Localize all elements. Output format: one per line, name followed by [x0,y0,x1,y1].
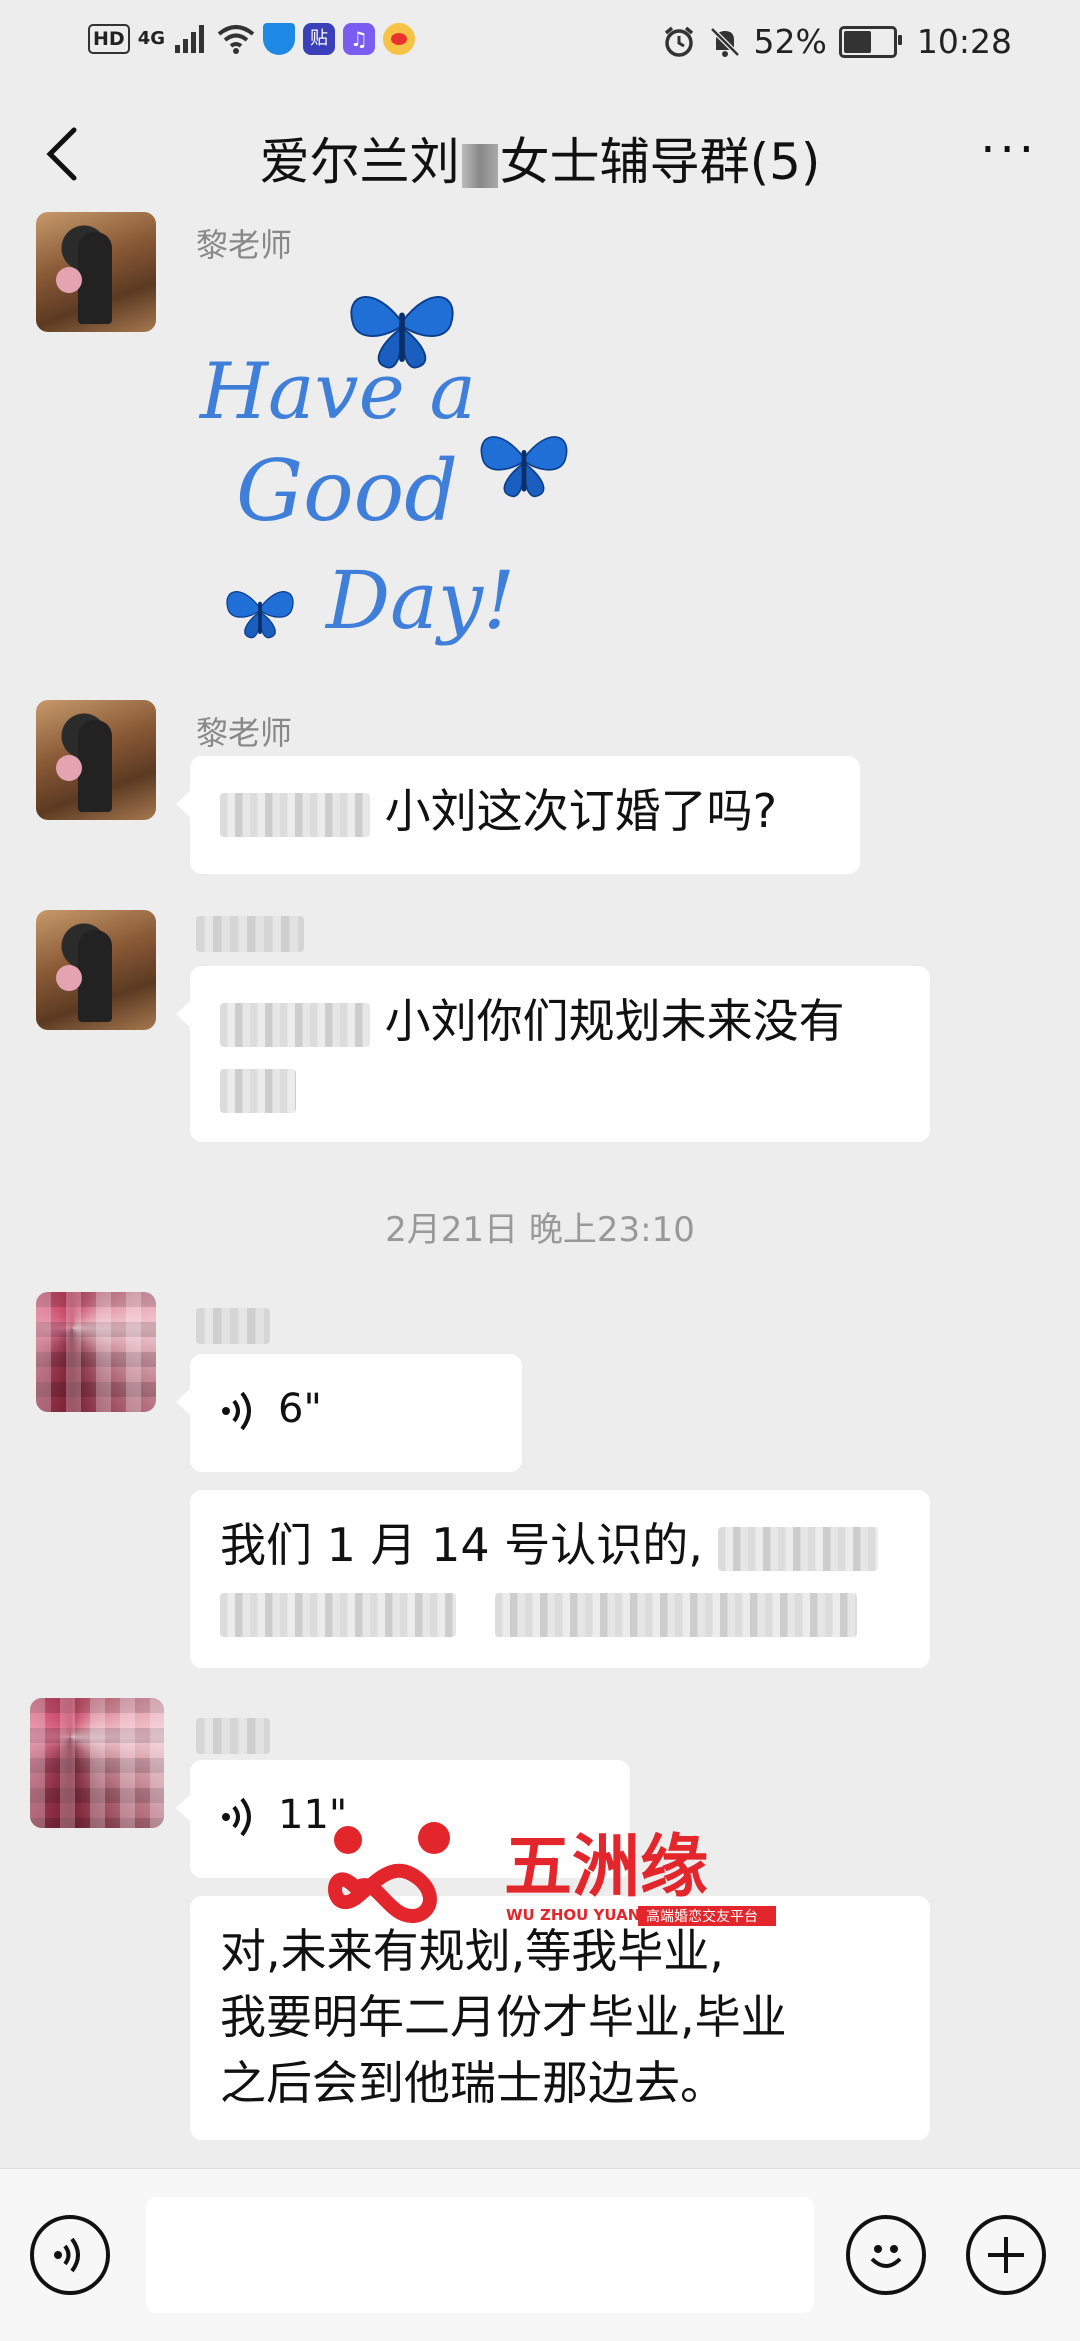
avatar-member[interactable] [30,1698,164,1828]
wifi-icon [217,25,255,54]
chat-header: 爱尔兰刘 女士辅导群(5) ··· [0,84,1080,224]
battery-icon [838,25,902,58]
tieba-app-icon: 贴 [303,23,335,55]
message-text: 小刘这次订婚了吗? [384,784,778,838]
status-bar: HD 4G 贴 ♫ 52% 10:28 [0,0,1080,84]
avatar-teacher[interactable] [36,910,156,1030]
redacted-text [494,1592,857,1637]
redacted-sender-name [196,916,304,952]
signal-icon [175,25,204,53]
message-text: 我们 1 月 14 号认识的, [220,1518,703,1572]
more-options-button[interactable]: ··· [980,126,1038,174]
message-bubble[interactable]: 小刘你们规划未来没有 [176,966,930,1142]
sticker-line-1: Have a [198,347,476,437]
title-censor-block [461,143,498,188]
network-label: 4G [137,28,165,49]
sender-name: 黎老师 [196,714,293,752]
watermark-tagline: 高端婚恋交友平台 [646,1908,758,1925]
redacted-text [220,1068,296,1113]
have-a-good-day-sticker[interactable]: Have a Good Day! [196,268,576,668]
plus-icon [988,2237,1024,2273]
redacted-sender-name [196,1308,270,1344]
voice-wave-icon [222,1391,251,1431]
more-functions-button[interactable] [966,2215,1046,2295]
status-right: 52% 10:28 [662,22,1012,61]
mute-bell-icon [709,26,740,57]
message-input[interactable] [146,2197,814,2313]
voice-wave-icon [54,2237,80,2273]
chat-timestamp: 2月21日 晚上23:10 [385,1210,695,1250]
message-bubble[interactable]: 我们 1 月 14 号认识的, [190,1490,930,1668]
chat-input-bar [0,2168,1080,2341]
music-app-icon: ♫ [343,23,375,55]
smiley-icon [870,2245,902,2268]
message-text-line: 我要明年二月份才毕业,毕业 [220,1990,787,2044]
message-text: 小刘你们规划未来没有 [384,994,845,1048]
voice-duration: 6" [278,1386,322,1432]
battery-fill [843,30,871,53]
redacted-sender-name [196,1718,270,1754]
chat-title: 爱尔兰刘 女士辅导群(5) [0,122,1080,194]
shield-app-icon [263,23,295,55]
redacted-mention [220,1002,370,1047]
sticker-line-2: Good [236,442,458,540]
status-left: HD 4G 贴 ♫ [88,22,415,56]
redacted-mention [220,792,370,837]
hd-icon: HD [88,24,130,54]
voice-input-button[interactable] [30,2215,110,2295]
voice-message-bubble[interactable]: 6" [176,1354,522,1472]
watermark-pinyin: WU ZHOU YUAN [506,1906,640,1924]
wuzhouyuan-watermark-logo: 五洲缘 WU ZHOU YUAN 高端婚恋交友平台 [328,1822,776,1926]
title-prefix: 爱尔兰刘 [259,133,460,191]
redacted-text [220,1592,456,1637]
sender-name: 黎老师 [196,226,293,264]
avatar-teacher[interactable] [36,700,156,820]
clock: 10:28 [916,22,1012,61]
redacted-text [717,1526,878,1571]
weibo-app-icon [383,23,415,55]
emoji-button[interactable] [846,2215,926,2295]
message-text-line: 之后会到他瑞士那边去。 [220,2056,726,2110]
battery-percent: 52% [753,22,827,61]
voice-wave-icon [222,1797,251,1837]
message-bubble[interactable]: 小刘这次订婚了吗? [176,756,860,874]
watermark-brand: 五洲缘 [504,1828,708,1907]
title-suffix: 女士辅导群(5) [499,133,821,191]
avatar-teacher[interactable] [36,212,156,332]
alarm-icon [664,26,693,57]
avatar-member[interactable] [36,1292,156,1412]
sticker-line-3: Day! [324,554,515,647]
